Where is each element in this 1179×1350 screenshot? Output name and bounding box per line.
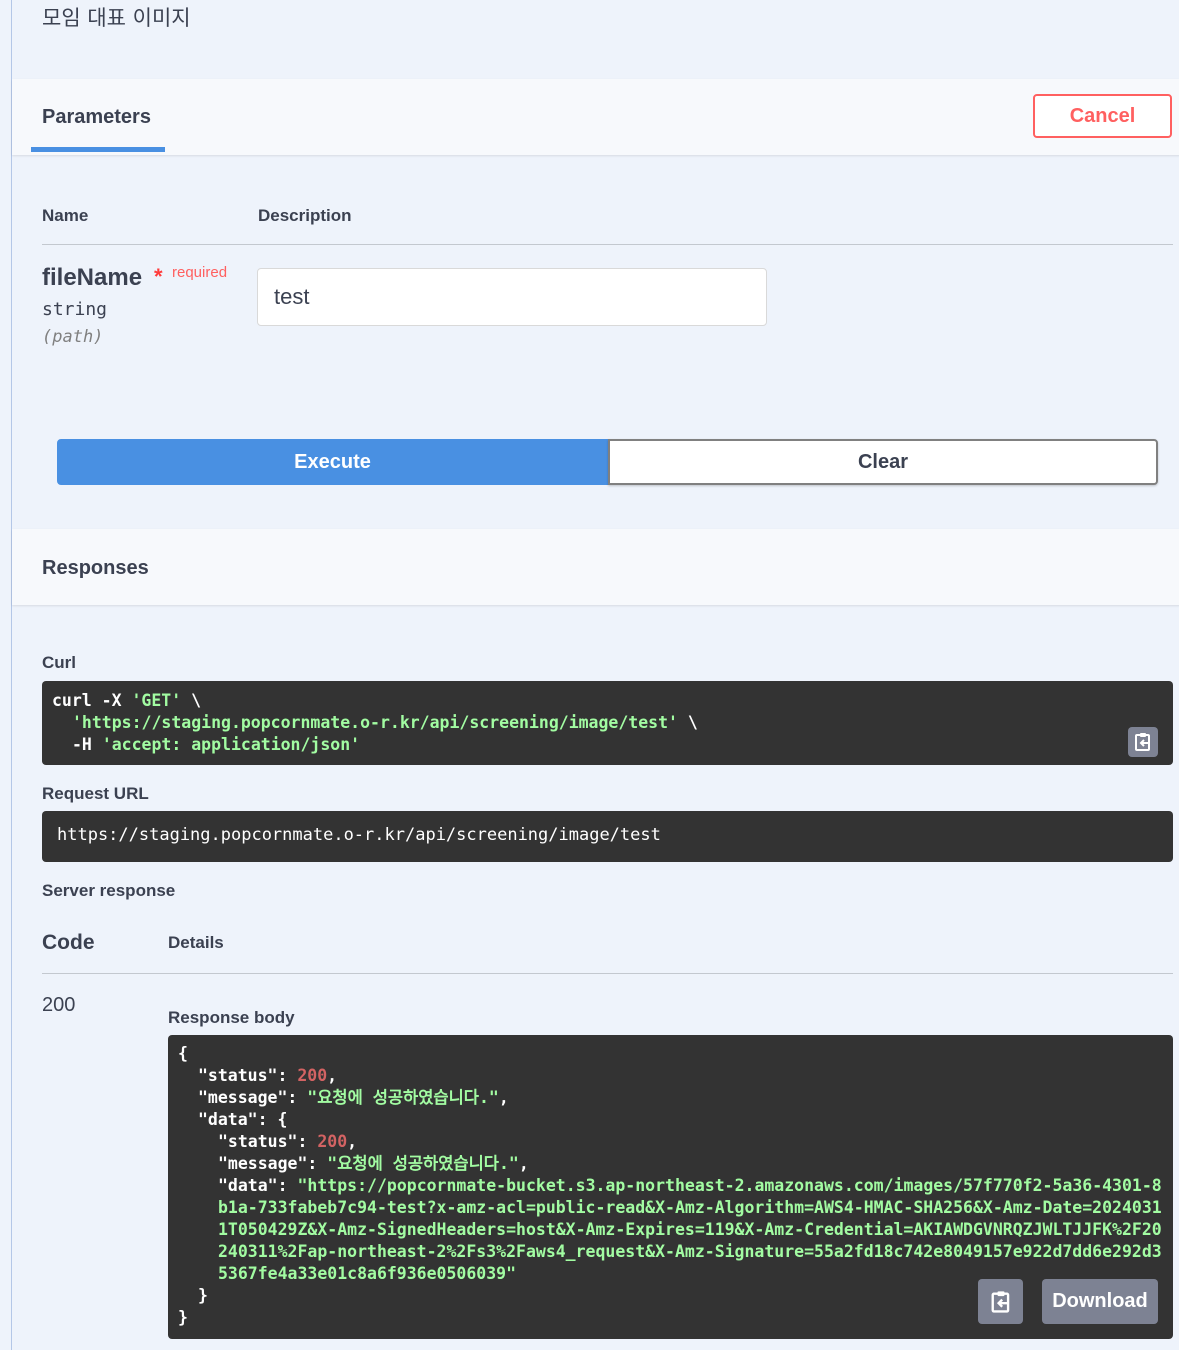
filename-input[interactable] bbox=[257, 268, 767, 326]
curl-code-block[interactable]: curl -X 'GET' \ 'https://staging.popcorn… bbox=[42, 681, 1173, 765]
curl-header-value: 'accept: application/json' bbox=[101, 735, 361, 754]
curl-line-1: curl -X 'GET' \ bbox=[52, 690, 1163, 712]
curl-continuation: \ bbox=[677, 713, 698, 732]
curl-command: curl -X bbox=[52, 691, 132, 710]
curl-method: 'GET' bbox=[131, 691, 182, 710]
json-data-line: "data": { bbox=[198, 1110, 288, 1129]
json-data-message-value: "요청에 성공하였습니다." bbox=[327, 1154, 519, 1173]
request-url-label: Request URL bbox=[42, 784, 149, 803]
tab-active-indicator bbox=[31, 147, 165, 152]
curl-continuation: \ bbox=[181, 691, 202, 710]
json-data-url-value: "https://popcornmate-bucket.s3.ap-northe… bbox=[218, 1176, 1162, 1283]
operation-description: 모임 대표 이미지 bbox=[42, 6, 191, 30]
name-column-header: Name bbox=[42, 206, 89, 225]
json-data-status-value: 200 bbox=[317, 1132, 348, 1151]
curl-line-2: 'https://staging.popcornmate.o-r.kr/api/… bbox=[52, 712, 1163, 734]
json-data-data-line: "data": "https://popcornmate-bucket.s3.a… bbox=[218, 1176, 1162, 1283]
operation-panel: 모임 대표 이미지 Parameters Cancel Name Descrip… bbox=[11, 0, 1179, 1350]
curl-header-flag: -H bbox=[72, 735, 102, 754]
json-data-message-line: "message": "요청에 성공하였습니다.", bbox=[218, 1154, 529, 1173]
json-status-line: "status": 200, bbox=[198, 1066, 338, 1085]
param-location: (path) bbox=[42, 327, 104, 347]
details-column-header: Details bbox=[168, 933, 224, 952]
request-url-block[interactable]: https://staging.popcornmate.o-r.kr/api/s… bbox=[42, 811, 1173, 862]
download-button[interactable]: Download bbox=[1042, 1279, 1158, 1324]
json-status-value: 200 bbox=[297, 1066, 328, 1085]
clipboard-copy-icon[interactable] bbox=[978, 1279, 1023, 1324]
required-star: * bbox=[154, 264, 163, 289]
parameters-header: Parameters Cancel bbox=[12, 79, 1179, 155]
curl-label: Curl bbox=[42, 653, 76, 672]
tab-parameters[interactable]: Parameters bbox=[42, 106, 151, 129]
description-column-header: Description bbox=[258, 206, 352, 225]
json-data-status-line: "status": 200, bbox=[218, 1132, 358, 1151]
json-message-line: "message": "요청에 성공하였습니다.", bbox=[198, 1088, 509, 1107]
responses-header: Responses bbox=[12, 529, 1179, 605]
param-name: fileName bbox=[42, 264, 143, 291]
responses-title: Responses bbox=[42, 557, 149, 579]
code-column-header: Code bbox=[42, 931, 95, 954]
response-table-divider bbox=[42, 973, 1173, 974]
clipboard-copy-icon[interactable] bbox=[1128, 727, 1158, 757]
server-response-label: Server response bbox=[42, 881, 176, 900]
execute-button[interactable]: Execute bbox=[57, 439, 608, 485]
param-type: string bbox=[42, 299, 108, 320]
action-buttons: Execute Clear bbox=[57, 439, 1158, 485]
response-body-label: Response body bbox=[168, 1008, 295, 1027]
curl-line-3: -H 'accept: application/json' bbox=[52, 734, 1163, 756]
json-open-brace: { bbox=[178, 1044, 188, 1063]
json-message-value: "요청에 성공하였습니다." bbox=[307, 1088, 499, 1107]
curl-url: 'https://staging.popcornmate.o-r.kr/api/… bbox=[72, 713, 678, 732]
response-code: 200 bbox=[42, 994, 76, 1016]
cancel-button[interactable]: Cancel bbox=[1033, 94, 1172, 138]
clear-button[interactable]: Clear bbox=[608, 439, 1158, 485]
table-divider bbox=[42, 244, 1173, 245]
required-label: required bbox=[172, 264, 228, 281]
